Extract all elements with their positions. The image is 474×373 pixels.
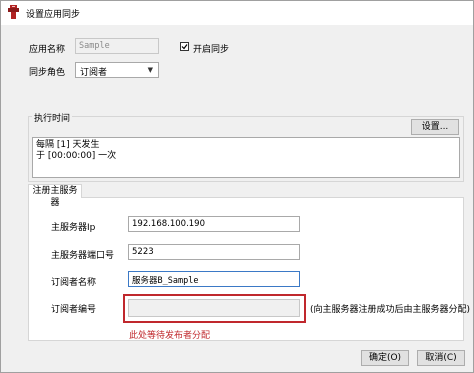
subscriber-id-label: 订阅者编号 (51, 305, 97, 315)
sync-role-label: 同步角色 (29, 68, 66, 78)
sync-role-value: 订阅者 (80, 68, 108, 78)
schedule-description-line2: 于 [00:00:00] 一次 (36, 151, 117, 161)
enable-sync-checkbox[interactable] (180, 42, 189, 51)
server-ip-field[interactable]: 192.168.100.190 (128, 216, 300, 232)
title-bar: 设置应用同步 (1, 1, 473, 25)
annotation-highlight-box (123, 294, 306, 323)
app-name-field: Sample (75, 38, 159, 54)
settings-window: 设置应用同步 应用名称 Sample 开启同步 同步角色 订阅者 ▼ 执行时间 … (0, 0, 474, 373)
schedule-description-line1: 每隔 [1] 天发生 (36, 140, 100, 150)
server-port-field[interactable]: 5223 (128, 244, 300, 260)
cancel-button[interactable]: 取消(C) (417, 350, 465, 366)
ok-button[interactable]: 确定(O) (361, 350, 409, 366)
tab-register-server[interactable]: 注册主服务器 (28, 184, 82, 208)
schedule-settings-button[interactable]: 设置... (411, 119, 459, 135)
app-icon (8, 5, 19, 19)
schedule-group-title: 执行时间 (32, 111, 73, 124)
server-ip-label: 主服务器Ip (51, 223, 96, 233)
checkmark-icon (181, 44, 188, 50)
schedule-description: 每隔 [1] 天发生 于 [00:00:00] 一次 (32, 137, 460, 178)
app-name-label: 应用名称 (29, 45, 66, 55)
annotation-hint: 此处等待发布者分配 (129, 331, 211, 341)
sync-role-select[interactable]: 订阅者 ▼ (75, 62, 159, 78)
server-port-label: 主服务器端口号 (51, 251, 115, 261)
enable-sync-label[interactable]: 开启同步 (193, 42, 229, 55)
chevron-down-icon: ▼ (147, 66, 153, 74)
subscriber-name-label: 订阅者名称 (51, 278, 97, 288)
window-title: 设置应用同步 (26, 10, 81, 20)
subscriber-id-note: (向主服务器注册成功后由主服务器分配) (310, 305, 471, 315)
subscriber-name-field[interactable]: 服务器B_Sample (128, 271, 300, 287)
